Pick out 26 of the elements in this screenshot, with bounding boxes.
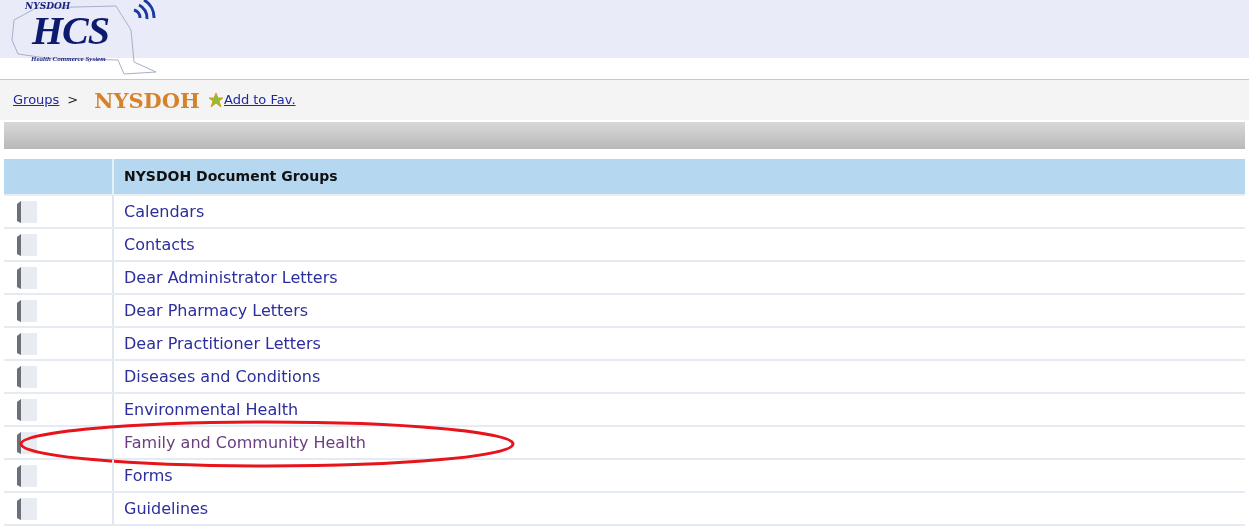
document-icon [16,463,38,488]
group-link[interactable]: Guidelines [124,496,209,521]
logo-text: NYSDOH [25,1,71,11]
star-icon [207,93,224,107]
group-link[interactable]: Forms [124,463,173,488]
group-link[interactable]: Diseases and Conditions [124,364,321,389]
breadcrumb-separator: > [67,91,79,110]
document-icon [16,496,38,521]
group-link[interactable]: Dear Administrator Letters [124,265,338,290]
document-icon [16,397,38,422]
document-icon [16,298,38,323]
breadcrumb-link[interactable]: Groups [13,90,60,110]
document-icon [16,232,38,257]
logo-text: HCS [32,11,110,51]
group-link[interactable]: Dear Pharmacy Letters [124,298,309,323]
group-link[interactable]: Contacts [124,232,195,257]
favorite-link[interactable]: Add to Fav. [223,90,296,110]
document-icon [16,199,38,224]
document-icon [16,265,38,290]
group-link[interactable]: Dear Practitioner Letters [124,331,321,356]
document-icon [16,364,38,389]
group-link[interactable]: Calendars [124,199,205,224]
group-link[interactable]: Environmental Health [124,397,299,422]
document-icon [16,331,38,356]
column-header: NYSDOH Document Groups [124,167,338,186]
breadcrumb-current: NYSDOH [94,87,200,113]
